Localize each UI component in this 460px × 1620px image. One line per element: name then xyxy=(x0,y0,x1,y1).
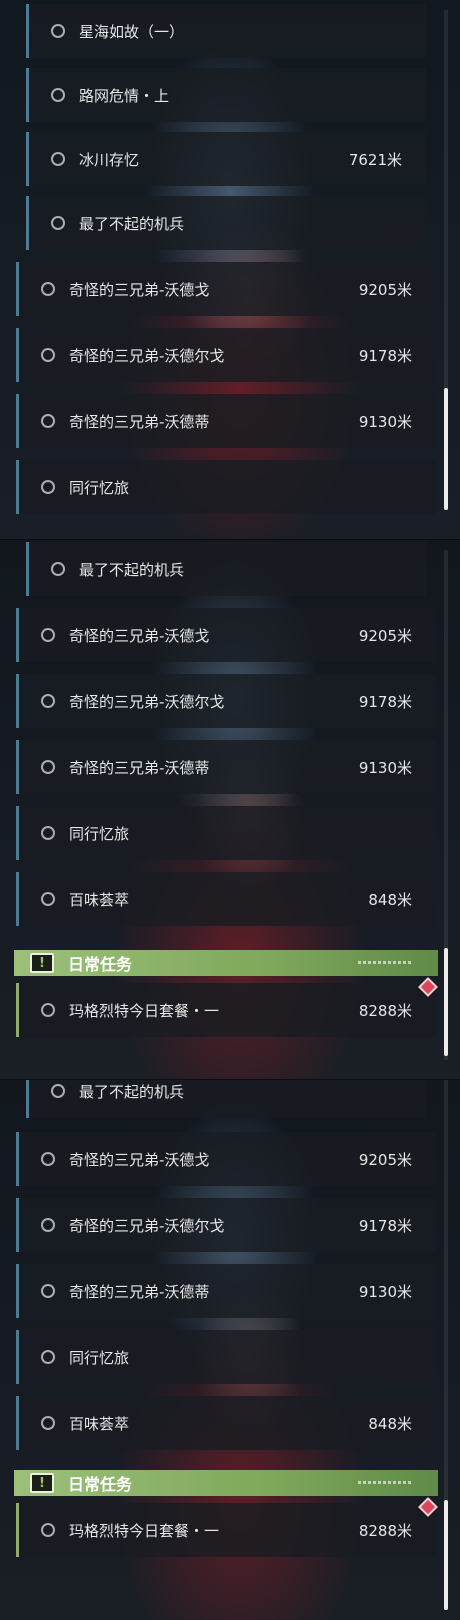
mission-title: 最了不起的机兵 xyxy=(79,560,185,579)
mission-title: 奇怪的三兄弟-沃德尔戈 xyxy=(69,692,225,711)
mission-list-panel-1: 星海如故（一） 路网危情・上 冰川存忆 7621米 最了不起的机兵 奇怪的三兄弟… xyxy=(0,0,460,540)
daily-missions-header[interactable]: ! 日常任务 xyxy=(14,1470,438,1496)
mission-title: 奇怪的三兄弟-沃德蒂 xyxy=(69,758,210,777)
mission-status-circle-icon xyxy=(41,348,55,362)
mission-title: 奇怪的三兄弟-沃德戈 xyxy=(69,280,210,299)
scrollbar[interactable] xyxy=(444,550,448,1060)
mission-row[interactable]: 路网危情・上 xyxy=(26,68,426,122)
mission-row[interactable]: 奇怪的三兄弟-沃德蒂 9130米 xyxy=(16,740,436,794)
mission-status-circle-icon xyxy=(41,414,55,428)
mission-status-circle-icon xyxy=(51,24,65,38)
mission-title: 同行忆旅 xyxy=(69,478,130,497)
mission-status-circle-icon xyxy=(41,1218,55,1232)
mission-title: 奇怪的三兄弟-沃德戈 xyxy=(69,626,210,645)
mission-status-circle-icon xyxy=(41,1152,55,1166)
mission-status-circle-icon xyxy=(41,282,55,296)
mission-title: 冰川存忆 xyxy=(79,150,140,169)
mission-row[interactable]: 最了不起的机兵 xyxy=(26,542,426,596)
mission-row[interactable]: 最了不起的机兵 xyxy=(26,1080,426,1118)
mission-title: 百味荟萃 xyxy=(69,890,130,909)
mission-distance: 9205米 xyxy=(358,280,412,299)
mission-list-panel-3: 最了不起的机兵 奇怪的三兄弟-沃德戈 9205米 奇怪的三兄弟-沃德尔戈 917… xyxy=(0,1080,460,1620)
mission-distance: 9130米 xyxy=(358,412,412,431)
mission-row[interactable]: 奇怪的三兄弟-沃德戈 9205米 xyxy=(16,1132,436,1186)
mission-status-circle-icon xyxy=(41,826,55,840)
mission-title: 同行忆旅 xyxy=(69,824,130,843)
mission-distance: 848米 xyxy=(368,1414,412,1433)
mission-status-circle-icon xyxy=(41,628,55,642)
mission-list-panel-2: 最了不起的机兵 奇怪的三兄弟-沃德戈 9205米 奇怪的三兄弟-沃德尔戈 917… xyxy=(0,540,460,1080)
mission-status-circle-icon xyxy=(41,760,55,774)
scrollbar-thumb[interactable] xyxy=(444,948,448,1056)
scrollbar-thumb[interactable] xyxy=(444,388,448,510)
header-decoration xyxy=(358,961,412,964)
mission-title: 路网危情・上 xyxy=(79,86,170,105)
mission-row[interactable]: 百味荟萃 848米 xyxy=(16,1396,436,1450)
mission-status-circle-icon xyxy=(41,1416,55,1430)
mission-title: 奇怪的三兄弟-沃德戈 xyxy=(69,1150,210,1169)
daily-mission-row[interactable]: 玛格烈特今日套餐・一 8288米 xyxy=(16,1503,436,1557)
mission-row[interactable]: 百味荟萃 848米 xyxy=(16,872,436,926)
mission-title: 玛格烈特今日套餐・一 xyxy=(69,1521,220,1540)
daily-missions-label: 日常任务 xyxy=(68,955,133,974)
mission-status-circle-icon xyxy=(51,216,65,230)
mission-title: 星海如故（一） xyxy=(79,22,185,41)
mission-row[interactable]: 冰川存忆 7621米 xyxy=(26,132,426,186)
mission-title: 同行忆旅 xyxy=(69,1348,130,1367)
daily-missions-header[interactable]: ! 日常任务 xyxy=(14,950,438,976)
mission-distance: 9130米 xyxy=(358,1282,412,1301)
mission-row[interactable]: 同行忆旅 xyxy=(16,1330,436,1384)
mission-row[interactable]: 奇怪的三兄弟-沃德尔戈 9178米 xyxy=(16,328,436,382)
mission-status-circle-icon xyxy=(41,480,55,494)
mission-row[interactable]: 奇怪的三兄弟-沃德戈 9205米 xyxy=(16,608,436,662)
scrollbar-thumb[interactable] xyxy=(444,1500,448,1610)
mission-row[interactable]: 星海如故（一） xyxy=(26,4,426,58)
mission-status-circle-icon xyxy=(51,88,65,102)
mission-title: 百味荟萃 xyxy=(69,1414,130,1433)
mission-status-circle-icon xyxy=(41,1523,55,1537)
mission-distance: 8288米 xyxy=(358,1521,412,1540)
mission-distance: 9178米 xyxy=(358,1216,412,1235)
mission-distance: 9205米 xyxy=(358,1150,412,1169)
mission-row[interactable]: 最了不起的机兵 xyxy=(26,196,426,250)
mission-title: 玛格烈特今日套餐・一 xyxy=(69,1001,220,1020)
mission-distance: 9130米 xyxy=(358,758,412,777)
mission-row[interactable]: 同行忆旅 xyxy=(16,806,436,860)
mission-title: 奇怪的三兄弟-沃德尔戈 xyxy=(69,1216,225,1235)
daily-mission-row[interactable]: 玛格烈特今日套餐・一 8288米 xyxy=(16,983,436,1037)
mission-title: 奇怪的三兄弟-沃德蒂 xyxy=(69,1282,210,1301)
mission-distance: 9178米 xyxy=(358,692,412,711)
mission-status-circle-icon xyxy=(41,1284,55,1298)
exclamation-icon: ! xyxy=(30,1473,54,1493)
scrollbar[interactable] xyxy=(444,10,448,510)
mission-distance: 9205米 xyxy=(358,626,412,645)
mission-status-circle-icon xyxy=(51,562,65,576)
header-decoration xyxy=(358,1481,412,1484)
mission-distance: 7621米 xyxy=(348,150,402,169)
mission-title: 最了不起的机兵 xyxy=(79,1082,185,1101)
mission-title: 最了不起的机兵 xyxy=(79,214,185,233)
mission-title: 奇怪的三兄弟-沃德蒂 xyxy=(69,412,210,431)
mission-row[interactable]: 奇怪的三兄弟-沃德尔戈 9178米 xyxy=(16,1198,436,1252)
mission-list-screens: 星海如故（一） 路网危情・上 冰川存忆 7621米 最了不起的机兵 奇怪的三兄弟… xyxy=(0,0,460,1620)
mission-status-circle-icon xyxy=(41,694,55,708)
mission-row[interactable]: 同行忆旅 xyxy=(16,460,436,514)
mission-distance: 8288米 xyxy=(358,1001,412,1020)
mission-row[interactable]: 奇怪的三兄弟-沃德蒂 9130米 xyxy=(16,1264,436,1318)
daily-missions-label: 日常任务 xyxy=(68,1475,133,1494)
mission-distance: 9178米 xyxy=(358,346,412,365)
mission-status-circle-icon xyxy=(51,152,65,166)
mission-status-circle-icon xyxy=(41,892,55,906)
mission-title: 奇怪的三兄弟-沃德尔戈 xyxy=(69,346,225,365)
mission-distance: 848米 xyxy=(368,890,412,909)
mission-status-circle-icon xyxy=(41,1350,55,1364)
mission-row[interactable]: 奇怪的三兄弟-沃德蒂 9130米 xyxy=(16,394,436,448)
mission-row[interactable]: 奇怪的三兄弟-沃德尔戈 9178米 xyxy=(16,674,436,728)
mission-status-circle-icon xyxy=(51,1084,65,1098)
exclamation-icon: ! xyxy=(30,953,54,973)
mission-row[interactable]: 奇怪的三兄弟-沃德戈 9205米 xyxy=(16,262,436,316)
mission-status-circle-icon xyxy=(41,1003,55,1017)
scrollbar[interactable] xyxy=(444,1080,448,1610)
